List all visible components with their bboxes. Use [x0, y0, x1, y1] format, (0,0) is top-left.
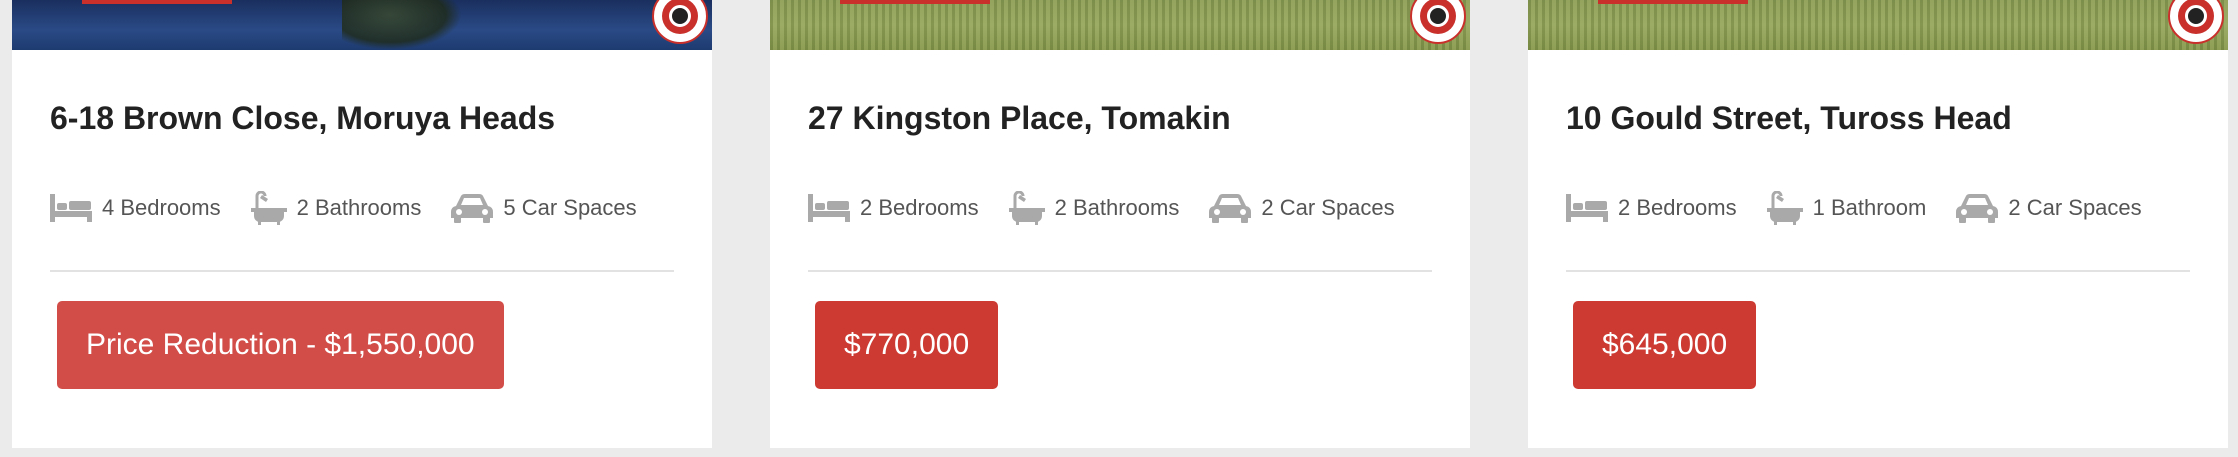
- bathrooms-label: 2 Bathrooms: [296, 195, 422, 220]
- bath-icon: [1767, 191, 1803, 225]
- bed-icon: [1566, 194, 1608, 222]
- bedrooms-label: 4 Bedrooms: [102, 195, 221, 220]
- feature-bedrooms: 4 Bedrooms: [50, 194, 221, 222]
- listing-features: 2 Bedrooms 2 Bathrooms 2 Car Spaces: [808, 188, 1425, 228]
- bed-icon: [808, 194, 850, 222]
- bathrooms-label: 1 Bathroom: [1812, 195, 1927, 220]
- feature-car-spaces: 2 Car Spaces: [1956, 193, 2142, 223]
- agency-logo: [652, 0, 708, 44]
- listing-address[interactable]: 10 Gould Street, Tuross Head: [1566, 100, 2012, 137]
- status-tag: [840, 0, 990, 4]
- bedrooms-label: 2 Bedrooms: [860, 195, 979, 220]
- car-spaces-label: 5 Car Spaces: [503, 195, 637, 220]
- photo-grass: [1528, 0, 2228, 50]
- listing-photo[interactable]: [12, 0, 712, 50]
- feature-bathrooms: 2 Bathrooms: [251, 191, 422, 225]
- price-button[interactable]: $770,000: [815, 301, 999, 389]
- photo-tree: [342, 0, 462, 50]
- listing-features: 4 Bedrooms 2 Bathrooms 5 Car Spaces: [50, 188, 667, 228]
- listing-photo[interactable]: [770, 0, 1470, 50]
- card-divider: [808, 270, 1432, 272]
- listing-photo[interactable]: [1528, 0, 2228, 50]
- listing-address[interactable]: 27 Kingston Place, Tomakin: [808, 100, 1231, 137]
- car-spaces-label: 2 Car Spaces: [2008, 195, 2142, 220]
- listing-address[interactable]: 6-18 Brown Close, Moruya Heads: [50, 100, 555, 137]
- price-button[interactable]: Price Reduction - $1,550,000: [57, 301, 504, 389]
- bath-icon: [1009, 191, 1045, 225]
- feature-bedrooms: 2 Bedrooms: [808, 194, 979, 222]
- car-icon: [1209, 193, 1251, 223]
- listing-card[interactable]: 10 Gould Street, Tuross Head 2 Bedrooms …: [1528, 0, 2228, 448]
- feature-car-spaces: 5 Car Spaces: [451, 193, 637, 223]
- bath-icon: [251, 191, 287, 225]
- feature-car-spaces: 2 Car Spaces: [1209, 193, 1395, 223]
- status-tag: [82, 0, 232, 4]
- price-button[interactable]: $645,000: [1573, 301, 1757, 389]
- car-icon: [451, 193, 493, 223]
- bathrooms-label: 2 Bathrooms: [1054, 195, 1180, 220]
- status-tag: [1598, 0, 1748, 4]
- feature-bedrooms: 2 Bedrooms: [1566, 194, 1737, 222]
- car-icon: [1956, 193, 1998, 223]
- listing-features: 2 Bedrooms 1 Bathroom 2 Car Spaces: [1566, 188, 2172, 228]
- feature-bathrooms: 2 Bathrooms: [1009, 191, 1180, 225]
- photo-grass: [770, 0, 1470, 50]
- feature-bathrooms: 1 Bathroom: [1767, 191, 1927, 225]
- card-divider: [1566, 270, 2190, 272]
- bed-icon: [50, 194, 92, 222]
- listing-card[interactable]: 27 Kingston Place, Tomakin 2 Bedrooms 2 …: [770, 0, 1470, 448]
- listing-card[interactable]: 6-18 Brown Close, Moruya Heads 4 Bedroom…: [12, 0, 712, 448]
- car-spaces-label: 2 Car Spaces: [1261, 195, 1395, 220]
- bedrooms-label: 2 Bedrooms: [1618, 195, 1737, 220]
- card-divider: [50, 270, 674, 272]
